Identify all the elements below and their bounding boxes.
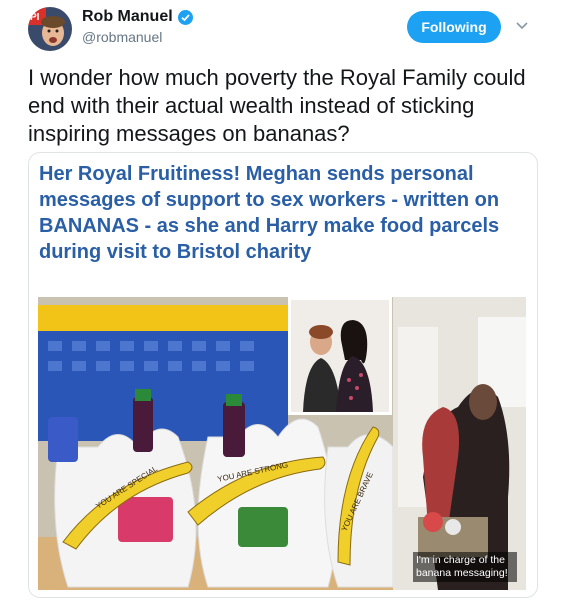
card-headline[interactable]: Her Royal Fruitiness! Meghan sends perso… — [39, 161, 519, 265]
link-card[interactable]: Her Royal Fruitiness! Meghan sends perso… — [28, 152, 538, 598]
display-name-text[interactable]: Rob Manuel — [82, 7, 173, 27]
article-photo[interactable]: YOU ARE SPECIAL YOU ARE STRONG YOU ARE B… — [38, 297, 526, 590]
chevron-down-icon[interactable] — [515, 19, 529, 33]
verified-badge-icon — [177, 9, 193, 25]
avatar[interactable]: PI — [28, 7, 72, 51]
tweet-text: I wonder how much poverty the Royal Fami… — [28, 65, 526, 146]
banana-photo-image: YOU ARE SPECIAL YOU ARE STRONG YOU ARE B… — [38, 297, 526, 590]
inset-photo — [288, 297, 392, 415]
couple-photo-image — [291, 300, 389, 412]
avatar-badge-text: PI — [30, 12, 40, 23]
photo-caption: I'm in charge of the banana messaging! — [413, 552, 517, 582]
following-button[interactable]: Following — [407, 11, 501, 43]
display-name[interactable]: Rob Manuel — [82, 7, 193, 27]
user-handle[interactable]: @robmanuel — [82, 29, 162, 45]
